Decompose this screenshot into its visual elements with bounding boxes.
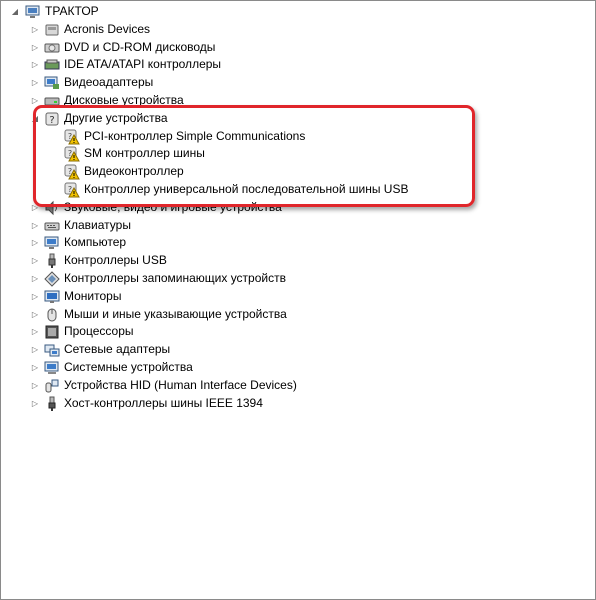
tree-root-label: ТРАКТОР bbox=[45, 4, 99, 18]
expand-arrow-icon[interactable]: ▷ bbox=[30, 270, 40, 288]
tree-node-label: Клавиатуры bbox=[64, 217, 131, 232]
collapse-arrow-icon[interactable]: ◢ bbox=[10, 3, 20, 21]
tree-node-label: Системные устройства bbox=[64, 359, 193, 374]
tree-node-ieee1394[interactable]: ▷ Хост-контроллеры шины IEEE 1394 bbox=[1, 395, 595, 413]
tree-node-network-adapters[interactable]: ▷ Сетевые адаптеры bbox=[1, 341, 595, 359]
expand-arrow-icon[interactable]: ▷ bbox=[30, 323, 40, 341]
monitor-icon bbox=[44, 289, 60, 305]
tree-node-label: Устройства HID (Human Interface Devices) bbox=[64, 377, 297, 392]
tree-node-computer[interactable]: ▷ Компьютер bbox=[1, 234, 595, 252]
tree-node-label: SM контроллер шины bbox=[84, 146, 205, 161]
expand-arrow-icon[interactable]: ▷ bbox=[30, 217, 40, 235]
expand-arrow-icon[interactable]: ▷ bbox=[30, 341, 40, 359]
tree-node-mice[interactable]: ▷ Мыши и иные указывающие устройства bbox=[1, 306, 595, 324]
tree-node-label: DVD и CD-ROM дисководы bbox=[64, 39, 216, 54]
tree-node-processors[interactable]: ▷ Процессоры bbox=[1, 323, 595, 341]
system-device-icon bbox=[44, 360, 60, 376]
tree-node-label: Контроллеры USB bbox=[64, 253, 167, 268]
display-adapter-icon bbox=[44, 75, 60, 91]
expand-arrow-icon[interactable]: ▷ bbox=[30, 199, 40, 217]
expand-arrow-icon[interactable]: ▷ bbox=[30, 359, 40, 377]
tree-node-acronis-devices[interactable]: ▷ Acronis Devices bbox=[1, 21, 595, 39]
expand-arrow-icon[interactable]: ▷ bbox=[30, 92, 40, 110]
warning-device-icon: ? bbox=[64, 129, 80, 145]
unknown-device-icon: ? bbox=[44, 111, 60, 127]
expand-arrow-icon[interactable]: ▷ bbox=[30, 377, 40, 395]
tree-node-video-controller[interactable]: ? Видеоконтроллер bbox=[1, 163, 595, 181]
tree-node-pci-simple-communications[interactable]: ? PCI-контроллер Simple Communications bbox=[1, 128, 595, 146]
expand-arrow-icon[interactable]: ▷ bbox=[30, 395, 40, 413]
expand-arrow-icon[interactable]: ▷ bbox=[30, 21, 40, 39]
keyboard-icon bbox=[44, 218, 60, 234]
tree-node-label: Контроллер универсальной последовательно… bbox=[84, 181, 409, 196]
tree-node-label: Звуковые, видео и игровые устройства bbox=[64, 199, 282, 214]
svg-text:?: ? bbox=[49, 115, 54, 126]
tree-node-keyboards[interactable]: ▷ Клавиатуры bbox=[1, 217, 595, 235]
tree-node-system-devices[interactable]: ▷ Системные устройства bbox=[1, 359, 595, 377]
tree-node-label: Процессоры bbox=[64, 324, 134, 339]
tree-node-label: Дисковые устройства bbox=[64, 92, 184, 107]
tree-node-label: Видеоконтроллер bbox=[84, 164, 184, 179]
expand-arrow-icon[interactable]: ▷ bbox=[30, 56, 40, 74]
ieee1394-icon bbox=[44, 396, 60, 412]
tree-node-usb-controllers[interactable]: ▷ Контроллеры USB bbox=[1, 252, 595, 270]
tree-node-hid-devices[interactable]: ▷ Устройства HID (Human Interface Device… bbox=[1, 377, 595, 395]
dvd-drive-icon bbox=[44, 40, 60, 56]
tree-root-node[interactable]: ◢ ТРАКТОР bbox=[1, 3, 595, 21]
tree-node-label: PCI-контроллер Simple Communications bbox=[84, 128, 306, 143]
tree-node-storage-controllers[interactable]: ▷ Контроллеры запоминающих устройств bbox=[1, 270, 595, 288]
hid-icon bbox=[44, 378, 60, 394]
tree-node-label: Видеоадаптеры bbox=[64, 75, 154, 90]
tree-node-label: Компьютер bbox=[64, 235, 127, 250]
tree-node-sound-video-game[interactable]: ▷ Звуковые, видео и игровые устройства bbox=[1, 199, 595, 217]
tree-node-label: Мониторы bbox=[64, 288, 122, 303]
usb-icon bbox=[44, 253, 60, 269]
tree-node-label: Сетевые адаптеры bbox=[64, 342, 171, 357]
tree-node-label: Хост-контроллеры шины IEEE 1394 bbox=[64, 395, 263, 410]
tree-node-display-adapters[interactable]: ▷ Видеоадаптеры bbox=[1, 74, 595, 92]
expand-arrow-icon[interactable]: ▷ bbox=[30, 39, 40, 57]
tree-node-ide-controllers[interactable]: ▷ IDE ATA/ATAPI контроллеры bbox=[1, 56, 595, 74]
tree-node-disk-drives[interactable]: ▷ Дисковые устройства bbox=[1, 92, 595, 110]
tree-node-label: Мыши и иные указывающие устройства bbox=[64, 306, 287, 321]
computer-icon bbox=[44, 235, 60, 251]
acronis-device-icon bbox=[44, 22, 60, 38]
tree-node-other-devices[interactable]: ◢ ? Другие устройства bbox=[1, 110, 595, 128]
computer-icon bbox=[25, 4, 41, 20]
network-adapter-icon bbox=[44, 342, 60, 358]
expand-arrow-icon[interactable]: ▷ bbox=[30, 74, 40, 92]
mouse-icon bbox=[44, 307, 60, 323]
tree-node-label: Контроллеры запоминающих устройств bbox=[64, 270, 286, 285]
sound-icon bbox=[44, 200, 60, 216]
ide-controller-icon bbox=[44, 57, 60, 73]
tree-node-label: IDE ATA/ATAPI контроллеры bbox=[64, 57, 222, 72]
expand-arrow-icon[interactable]: ▷ bbox=[30, 252, 40, 270]
tree-node-dvd-cdrom[interactable]: ▷ DVD и CD-ROM дисководы bbox=[1, 39, 595, 57]
warning-device-icon: ? bbox=[64, 146, 80, 162]
warning-device-icon: ? bbox=[64, 164, 80, 180]
disk-drive-icon bbox=[44, 93, 60, 109]
expand-arrow-icon[interactable]: ▷ bbox=[30, 288, 40, 306]
device-tree: ◢ ТРАКТОР ▷ Acronis Devices ▷ DVD и CD-R… bbox=[1, 3, 595, 412]
expand-arrow-icon[interactable]: ▷ bbox=[30, 234, 40, 252]
tree-node-sm-bus-controller[interactable]: ? SM контроллер шины bbox=[1, 145, 595, 163]
processor-icon bbox=[44, 324, 60, 340]
tree-node-monitors[interactable]: ▷ Мониторы bbox=[1, 288, 595, 306]
tree-node-label: Acronis Devices bbox=[64, 21, 151, 36]
storage-controller-icon bbox=[44, 271, 60, 287]
collapse-arrow-icon[interactable]: ◢ bbox=[30, 110, 40, 128]
tree-node-usb-controller[interactable]: ? Контроллер универсальной последователь… bbox=[1, 181, 595, 199]
expand-arrow-icon[interactable]: ▷ bbox=[30, 306, 40, 324]
tree-node-label: Другие устройства bbox=[64, 110, 168, 125]
device-manager-tree-panel: ◢ ТРАКТОР ▷ Acronis Devices ▷ DVD и CD-R… bbox=[0, 0, 596, 600]
warning-device-icon: ? bbox=[64, 182, 80, 198]
